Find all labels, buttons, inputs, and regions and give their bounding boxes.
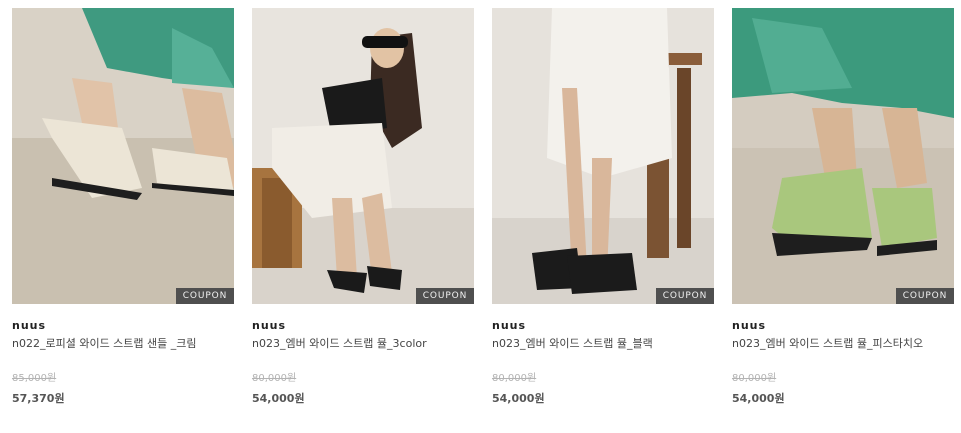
black-mule-photo xyxy=(492,8,714,304)
product-image[interactable]: COUPON xyxy=(492,8,714,304)
sale-price: 54,000원 xyxy=(252,392,305,405)
product-name[interactable]: n023_엠버 와이드 스트랩 뮬_3color xyxy=(252,336,474,352)
sale-price: 54,000원 xyxy=(492,392,545,405)
original-price: 80,000원 xyxy=(492,373,537,384)
brand-name: nuus xyxy=(492,319,527,332)
product-grid: COUPON nuus n022_로피셜 와이드 스트랩 샌들 _크림 85,0… xyxy=(0,0,961,433)
product-image[interactable]: COUPON xyxy=(732,8,954,304)
original-price: 80,000원 xyxy=(732,373,777,384)
product-card[interactable]: COUPON nuus n023_엠버 와이드 스트랩 뮬_블랙 80,000원… xyxy=(492,8,714,406)
product-card[interactable]: COUPON nuus n022_로피셜 와이드 스트랩 샌들 _크림 85,0… xyxy=(12,8,234,406)
product-card[interactable]: COUPON nuus n023_엠버 와이드 스트랩 뮬_3color 80,… xyxy=(252,8,474,406)
brand-name: nuus xyxy=(252,319,287,332)
product-image[interactable]: COUPON xyxy=(12,8,234,304)
cream-sandal-photo xyxy=(12,8,234,304)
product-card[interactable]: COUPON nuus n023_엠버 와이드 스트랩 뮬_피스타치오 80,0… xyxy=(732,8,954,406)
coupon-badge[interactable]: COUPON xyxy=(896,288,954,304)
sale-price: 54,000원 xyxy=(732,392,785,405)
coupon-badge[interactable]: COUPON xyxy=(416,288,474,304)
original-price: 80,000원 xyxy=(252,373,297,384)
sale-price: 57,370원 xyxy=(12,392,65,405)
coupon-badge[interactable]: COUPON xyxy=(176,288,234,304)
product-name[interactable]: n023_엠버 와이드 스트랩 뮬_블랙 xyxy=(492,336,714,352)
product-name[interactable]: n023_엠버 와이드 스트랩 뮬_피스타치오 xyxy=(732,336,954,352)
pistachio-mule-photo xyxy=(732,8,954,304)
product-image[interactable]: COUPON xyxy=(252,8,474,304)
product-name[interactable]: n022_로피셜 와이드 스트랩 샌들 _크림 xyxy=(12,336,234,352)
brand-name: nuus xyxy=(12,319,47,332)
brand-name: nuus xyxy=(732,319,767,332)
original-price: 85,000원 xyxy=(12,373,57,384)
model-mule-photo xyxy=(252,8,474,304)
coupon-badge[interactable]: COUPON xyxy=(656,288,714,304)
